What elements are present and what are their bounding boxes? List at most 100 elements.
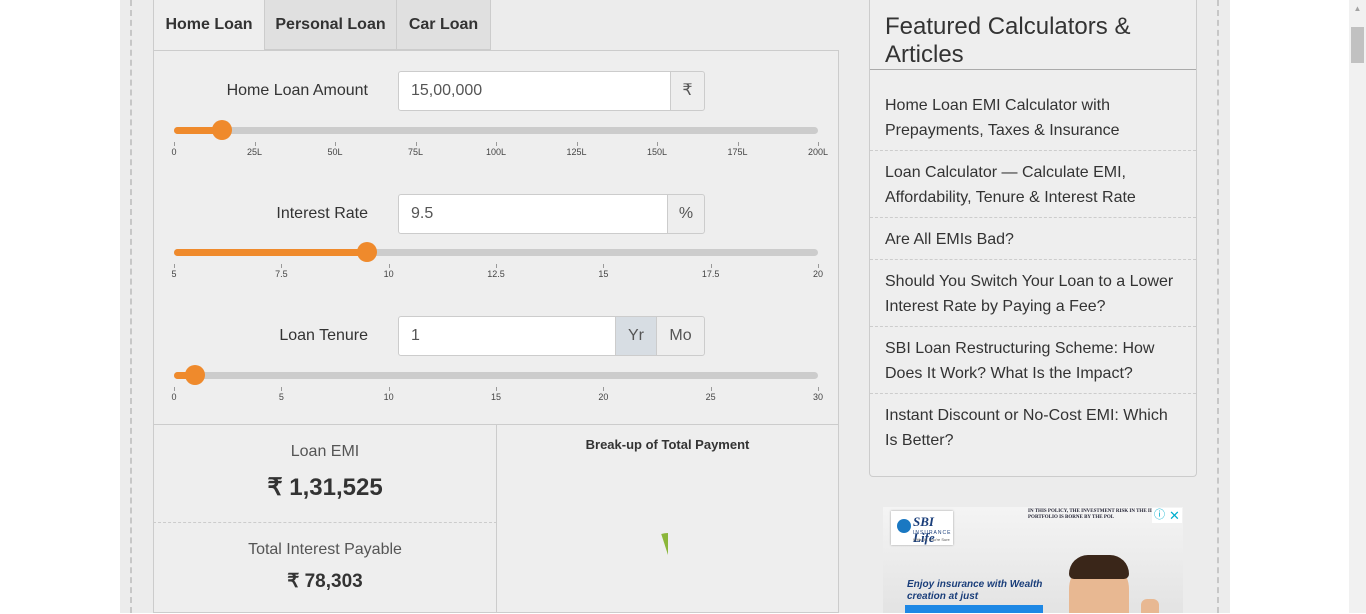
sbi-logo-icon xyxy=(897,519,911,533)
tab-home-loan[interactable]: Home Loan xyxy=(153,0,265,51)
slider-tick xyxy=(710,264,712,268)
tenure-year-toggle[interactable]: Yr xyxy=(615,316,657,356)
info-icon[interactable]: ⓘ xyxy=(1152,508,1167,523)
slider-tick-label: 100L xyxy=(485,147,507,157)
slider-tick xyxy=(496,387,497,391)
loan-tenure-slider-track[interactable] xyxy=(174,365,818,385)
amount-input[interactable]: 15,00,000 xyxy=(398,71,671,111)
slider-tick-label: 125L xyxy=(566,147,587,157)
interest-rate-slider-fill xyxy=(174,249,368,256)
close-icon[interactable]: ✕ xyxy=(1167,508,1182,523)
scroll-up-arrow-icon[interactable]: ▲ xyxy=(1349,0,1366,17)
slider-tick-label: 0 xyxy=(171,392,177,402)
slider-tick-label: 150L xyxy=(646,147,668,157)
slider-tick-label: 75L xyxy=(407,147,424,157)
page-scrollbar[interactable] xyxy=(1349,0,1366,613)
slider-tick xyxy=(415,142,417,146)
slider-tick xyxy=(818,142,819,146)
slider-tick xyxy=(335,142,336,146)
slider-tick-label: 50L xyxy=(327,147,343,157)
loan-emi-label: Loan EMI xyxy=(290,443,360,460)
slider-tick-label: 12.5 xyxy=(487,269,505,279)
advertisement-banner[interactable]: SBI Life INSURANCE With Us, You're Sure … xyxy=(883,507,1183,613)
interest-rate-slider-track[interactable] xyxy=(174,242,818,262)
slider-tick-label: 175L xyxy=(727,147,748,157)
sidebar-item-sbi-restructuring[interactable]: SBI Loan Restructuring Scheme: How Does … xyxy=(885,336,1183,386)
slider-tick-label: 15 xyxy=(490,392,501,402)
right-dashed-border xyxy=(1217,0,1219,613)
slider-tick-label: 25 xyxy=(705,392,716,402)
ad-person-hand xyxy=(1141,599,1159,613)
loan-emi-box: Loan EMI ₹ 1,31,525 xyxy=(153,424,497,523)
slider-tick xyxy=(174,264,175,268)
rupee-addon: ₹ xyxy=(670,71,705,111)
ad-disclaimer: IN THIS POLICY, THE INVESTMENT RISK IN T… xyxy=(1028,509,1152,520)
slider-tick xyxy=(174,142,175,146)
loan-emi-value: ₹ 1,31,525 xyxy=(267,474,383,501)
interest-rate-input[interactable]: 9.5 xyxy=(398,194,668,234)
sidebar-title: Featured Calculators & Articles xyxy=(885,13,1131,68)
sbi-life-logo: SBI Life INSURANCE With Us, You're Sure xyxy=(891,511,953,545)
slider-tick xyxy=(603,264,605,268)
tab-personal-loan[interactable]: Personal Loan xyxy=(264,0,397,50)
ad-offer-bar xyxy=(905,605,1043,613)
scrollbar-thumb[interactable] xyxy=(1351,27,1364,63)
ad-brand-tagline: With Us, You're Sure xyxy=(913,537,950,542)
slider-tick-label: 0 xyxy=(171,147,177,157)
slider-tick xyxy=(388,387,390,391)
slider-tick-label: 7.5 xyxy=(275,269,288,279)
slider-tick xyxy=(388,264,390,268)
sidebar-divider xyxy=(870,326,1196,327)
total-interest-label: Total Interest Payable xyxy=(248,541,402,558)
ad-controls: ⓘ ✕ xyxy=(1152,508,1182,523)
amount-label: Home Loan Amount xyxy=(226,82,368,99)
sidebar-divider xyxy=(870,259,1196,260)
slider-tick-label: 5 xyxy=(171,269,177,279)
slider-tick xyxy=(496,264,497,268)
slider-tick-label: 10 xyxy=(383,392,394,402)
slider-tick-label: 25L xyxy=(246,147,263,157)
slider-tick xyxy=(281,264,283,268)
slider-tick xyxy=(281,387,283,391)
slider-tick xyxy=(710,387,712,391)
loan-tenure-label: Loan Tenure xyxy=(279,327,368,344)
slider-tick-label: 20 xyxy=(598,392,609,402)
slider-tick-label: 5 xyxy=(278,392,284,402)
pie-chart-svg xyxy=(646,533,690,577)
sidebar-item-home-loan-emi-calculator[interactable]: Home Loan EMI Calculator with Prepayment… xyxy=(885,93,1183,143)
sidebar-divider xyxy=(870,150,1196,151)
ad-tagline: Enjoy insurance with Wealth creation at … xyxy=(907,579,1043,602)
slider-tick xyxy=(737,142,739,146)
slider-tick xyxy=(657,142,658,146)
slider-tick xyxy=(496,142,497,146)
slider-tick xyxy=(818,264,819,268)
slider-tick-label: 20 xyxy=(812,269,823,279)
slider-tick xyxy=(174,387,175,391)
sidebar-item-instant-discount[interactable]: Instant Discount or No-Cost EMI: Which I… xyxy=(885,403,1183,453)
slider-tick xyxy=(818,387,819,391)
slider-tick xyxy=(576,142,578,146)
total-interest-value: ₹ 78,303 xyxy=(287,571,363,592)
featured-sidebar: Featured Calculators & Articles Home Loa… xyxy=(869,0,1197,477)
sidebar-item-switch-loan[interactable]: Should You Switch Your Loan to a Lower I… xyxy=(885,269,1183,319)
slider-tick xyxy=(254,142,256,146)
total-interest-box: Total Interest Payable ₹ 78,303 xyxy=(153,522,497,613)
slider-tick-label: 10 xyxy=(383,269,394,279)
tab-car-loan[interactable]: Car Loan xyxy=(396,0,491,50)
sidebar-item-are-all-emis-bad[interactable]: Are All EMIs Bad? xyxy=(885,227,1183,252)
sidebar-item-loan-calculator[interactable]: Loan Calculator — Calculate EMI, Afforda… xyxy=(885,160,1183,210)
ad-person-hair xyxy=(1069,555,1129,579)
interest-rate-label: Interest Rate xyxy=(276,205,368,222)
sidebar-divider xyxy=(870,217,1196,218)
percent-addon: % xyxy=(667,194,705,234)
sidebar-divider xyxy=(870,393,1196,394)
slider-tick-label: 15 xyxy=(598,269,609,279)
slider-tick-label: 30 xyxy=(812,392,823,402)
loan-tenure-input[interactable]: 1 xyxy=(398,316,616,356)
sidebar-title-divider xyxy=(870,69,1196,70)
left-dashed-border xyxy=(130,0,132,613)
amount-slider-track[interactable] xyxy=(174,120,818,140)
tenure-month-toggle[interactable]: Mo xyxy=(656,316,705,356)
payment-breakup-chart: Break-up of Total Payment xyxy=(496,424,839,613)
slider-tick-label: 200L xyxy=(807,147,829,157)
